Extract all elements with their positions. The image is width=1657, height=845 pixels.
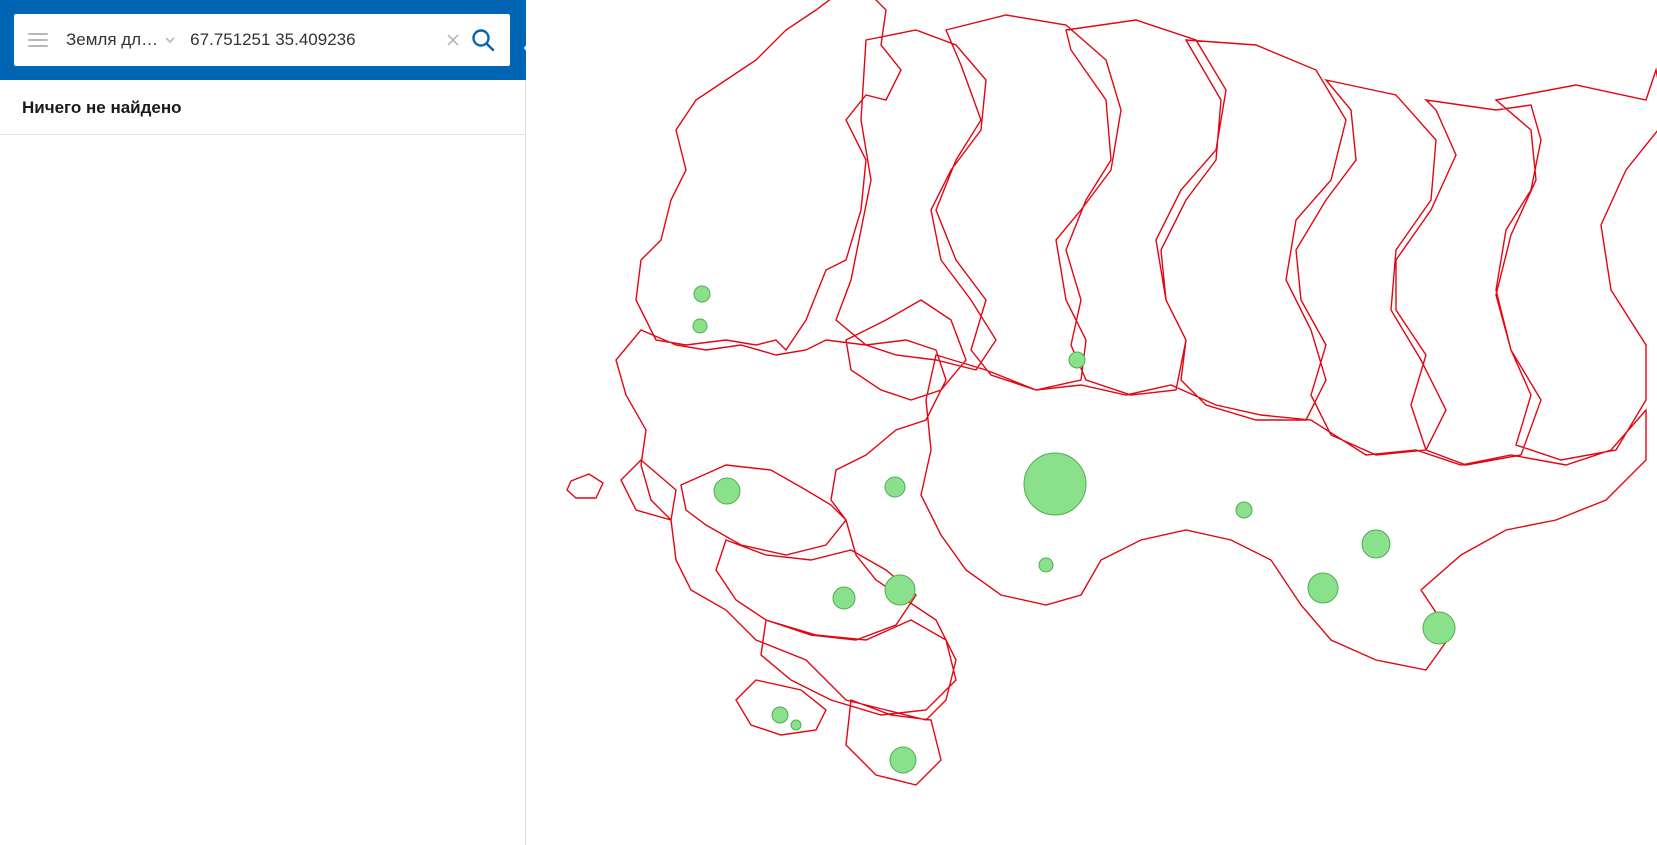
searchbar: Земля дл… xyxy=(14,14,510,66)
search-icon[interactable] xyxy=(470,27,496,53)
category-dropdown[interactable]: Земля дл… xyxy=(66,30,158,50)
cluster-marker[interactable] xyxy=(1362,530,1390,558)
cluster-marker[interactable] xyxy=(885,575,915,605)
cluster-markers[interactable] xyxy=(693,286,1455,773)
sidebar-panel: Земля дл… Ничего не найдено xyxy=(0,0,525,845)
search-input[interactable] xyxy=(188,29,446,51)
hamburger-icon[interactable] xyxy=(28,33,48,47)
cluster-marker[interactable] xyxy=(714,478,740,504)
cluster-marker[interactable] xyxy=(772,707,788,723)
chevron-down-icon[interactable] xyxy=(164,34,176,46)
cluster-marker[interactable] xyxy=(1039,558,1053,572)
no-results-message: Ничего не найдено xyxy=(0,80,525,135)
cluster-marker[interactable] xyxy=(885,477,905,497)
region-boundaries xyxy=(567,0,1657,785)
map-canvas[interactable] xyxy=(526,0,1657,845)
cluster-marker[interactable] xyxy=(1308,573,1338,603)
map-svg[interactable] xyxy=(526,0,1657,845)
cluster-marker[interactable] xyxy=(890,747,916,773)
cluster-marker[interactable] xyxy=(791,720,801,730)
cluster-marker[interactable] xyxy=(1236,502,1252,518)
cluster-marker[interactable] xyxy=(1069,352,1085,368)
close-icon[interactable] xyxy=(446,33,460,47)
results-area: Ничего не найдено xyxy=(0,80,525,135)
cluster-marker[interactable] xyxy=(694,286,710,302)
cluster-marker[interactable] xyxy=(1024,453,1086,515)
searchbar-container: Земля дл… xyxy=(0,0,540,80)
cluster-marker[interactable] xyxy=(693,319,707,333)
cluster-marker[interactable] xyxy=(1423,612,1455,644)
cluster-marker[interactable] xyxy=(833,587,855,609)
